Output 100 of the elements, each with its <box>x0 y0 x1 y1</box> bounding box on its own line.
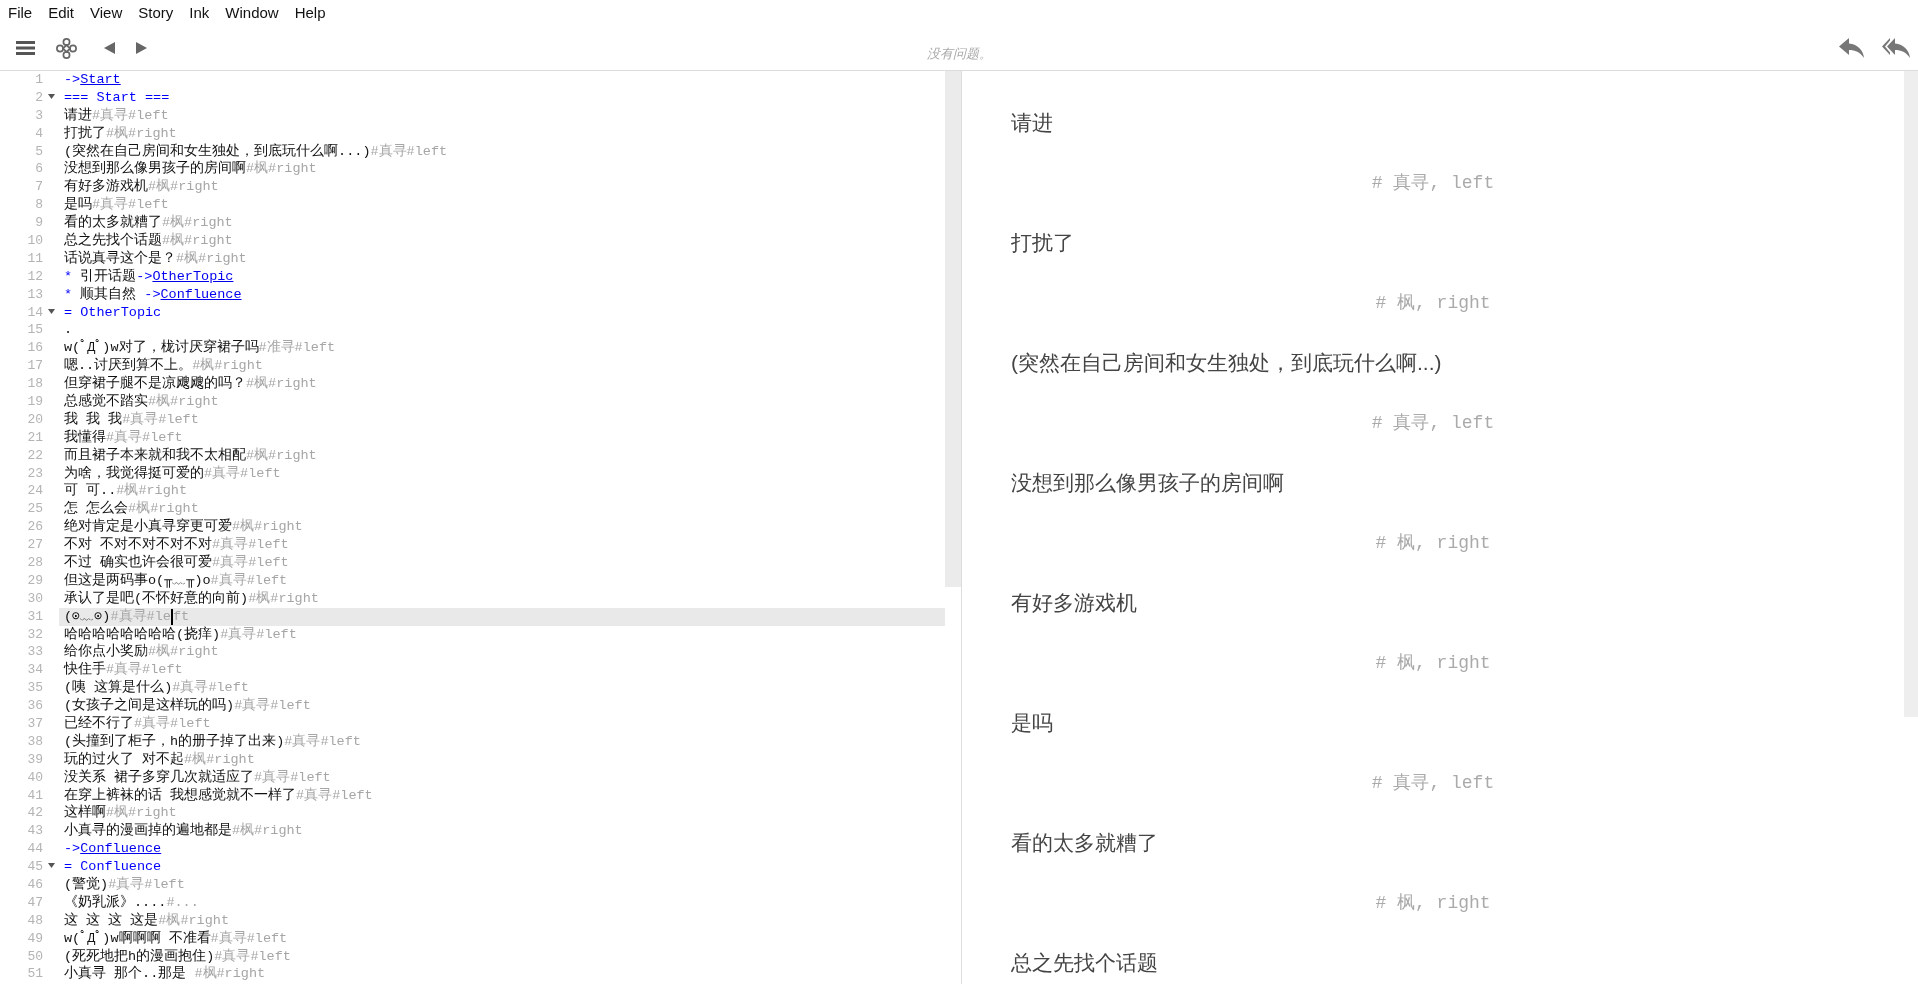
line-number: 26 <box>27 519 43 536</box>
code-line: (头撞到了柜子，h的册子掉了出来)#真寻#left <box>64 733 361 750</box>
line-number: 18 <box>27 376 43 393</box>
fold-arrow-icon[interactable] <box>48 93 55 99</box>
line-number: 23 <box>27 465 43 482</box>
line-number: 9 <box>35 215 43 232</box>
scrollbar-thumb[interactable] <box>1904 71 1918 717</box>
story-paragraph: 没想到那么像男孩子的房间啊 <box>1011 470 1284 496</box>
code-line: 在穿上裤袜的话 我想感觉就不一样了#真寻#left <box>64 787 373 804</box>
story-paragraph: 打扰了 <box>1011 230 1074 256</box>
story-paragraph: 看的太多就糟了 <box>1011 830 1158 856</box>
code-line: 打扰了#枫#right <box>64 125 177 142</box>
menu-item[interactable]: Help <box>294 3 326 23</box>
line-number: 8 <box>35 197 43 214</box>
line-number: 36 <box>27 698 43 715</box>
divert-link[interactable]: OtherTopic <box>152 268 234 284</box>
line-number: 47 <box>27 894 43 911</box>
line-number: 50 <box>27 948 43 965</box>
menu-item[interactable]: Ink <box>189 3 210 23</box>
line-number: 29 <box>27 572 43 589</box>
code-line: w(ﾟДﾟ)w啊啊啊 不准看#真寻#left <box>64 930 288 947</box>
code-line: 话说真寻这个是？#枫#right <box>64 250 247 267</box>
code-line: 我懂得#真寻#left <box>64 429 183 446</box>
line-number: 49 <box>27 930 43 947</box>
menu-item[interactable]: Story <box>138 3 174 23</box>
story-paragraph: 有好多游戏机 <box>1011 590 1137 616</box>
code-line: 而且裙子本来就和我不太相配#枫#right <box>64 447 317 464</box>
line-number: 6 <box>35 161 43 178</box>
line-number: 39 <box>27 751 43 768</box>
divert-link[interactable]: Confluence <box>80 841 162 857</box>
reply-arrow-icon[interactable] <box>1839 38 1864 58</box>
code-line: 这样啊#枫#right <box>64 805 177 822</box>
line-number: 37 <box>27 716 43 732</box>
code-line: 但这是两码事o(╥﹏╥)o#真寻#left <box>64 572 288 589</box>
line-number: 7 <box>35 179 43 196</box>
code-line: 没想到那么像男孩子的房间啊#枫#right <box>64 161 317 178</box>
code-line: 快住手#真寻#left <box>64 662 183 679</box>
fold-arrow-icon[interactable] <box>48 863 55 869</box>
line-number: 43 <box>27 823 43 840</box>
knot-icon[interactable] <box>56 37 77 59</box>
line-number: 10 <box>27 232 43 249</box>
menu-item[interactable]: Window <box>225 3 279 23</box>
code-line: = OtherTopic <box>64 304 162 321</box>
status-text: 没有问题。 <box>926 46 992 62</box>
code-line: 嗯..讨厌到算不上。#枫#right <box>64 358 263 375</box>
code-line: (咦 这算是什么)#真寻#left <box>64 680 249 697</box>
double-reply-arrow-icon[interactable] <box>1882 38 1910 58</box>
story-paragraph: 总之先找个话题 <box>1011 950 1158 976</box>
story-tags: # 真寻, left <box>1371 171 1495 195</box>
code-line: . <box>64 322 73 339</box>
code-line: (⊙﹏⊙)#真寻#le <box>64 608 171 625</box>
code-line: 为啥，我觉得挺可爱的#真寻#left <box>64 465 281 482</box>
divert-link[interactable]: Confluence <box>160 286 242 302</box>
code-line: 给你点小奖励#枫#right <box>64 644 219 661</box>
story-tags: # 枫, right <box>1375 531 1491 555</box>
line-number: 27 <box>27 537 43 554</box>
divert-link[interactable]: Start <box>80 71 121 87</box>
left-triangle-icon[interactable] <box>104 42 115 54</box>
line-number: 30 <box>27 590 43 607</box>
code-line: 哈哈哈哈哈哈哈哈(挠痒)#真寻#left <box>64 626 297 643</box>
line-number: 13 <box>27 286 43 303</box>
line-number: 32 <box>27 626 43 643</box>
code-line: (死死地把h的漫画抱住)#真寻#left <box>64 948 291 965</box>
line-number: 20 <box>27 411 43 428</box>
code-line: 承认了是吧(不怀好意的向前)#枫#right <box>64 590 319 607</box>
code-line: 怎 怎么会#枫#right <box>64 501 199 518</box>
menu-icon[interactable] <box>16 41 35 55</box>
line-number: 19 <box>27 393 43 410</box>
story-tags: # 枫, right <box>1375 291 1491 315</box>
code-line: 小真寻 那个..那是 #枫#right <box>64 966 266 983</box>
menu-item[interactable]: File <box>8 3 33 23</box>
story-tags: # 枫, right <box>1375 651 1491 675</box>
menu-item[interactable]: Edit <box>48 3 75 23</box>
line-number: 42 <box>27 805 43 822</box>
code-line: (女孩子之间是这样玩的吗)#真寻#left <box>64 698 311 715</box>
story-tags: # 真寻, left <box>1371 771 1495 795</box>
code-line: 小真寻的漫画掉的遍地都是#枫#right <box>64 823 303 840</box>
line-number: 40 <box>27 769 43 786</box>
code-line: * 顺其自然 ->Confluence <box>64 286 242 303</box>
story-paragraph: (突然在自己房间和女生独处，到底玩什么啊...) <box>1011 350 1442 376</box>
code-line: (警觉)#真寻#left <box>64 877 185 893</box>
line-number: 14 <box>27 304 43 321</box>
line-number: 38 <box>27 733 43 750</box>
menu-item[interactable]: View <box>90 3 123 23</box>
code-line: (突然在自己房间和女生独处，到底玩什么啊...)#真寻#left <box>64 143 448 160</box>
line-number: 5 <box>35 143 43 160</box>
line-number: 45 <box>27 859 43 876</box>
fold-arrow-icon[interactable] <box>48 308 55 314</box>
line-number: 46 <box>27 877 43 893</box>
code-line: 不过 确实也许会很可爱#真寻#left <box>64 555 289 571</box>
line-number: 11 <box>27 250 43 267</box>
line-number: 33 <box>27 644 43 661</box>
code-line: = Confluence <box>64 859 162 876</box>
text-cursor <box>170 608 173 625</box>
code-line: 是吗#真寻#left <box>64 197 169 214</box>
right-triangle-icon[interactable] <box>136 42 147 54</box>
line-number: 51 <box>27 966 43 983</box>
scrollbar-thumb[interactable] <box>945 71 961 587</box>
line-number: 2 <box>35 89 43 106</box>
code-line: 绝对肯定是小真寻穿更可爱#枫#right <box>64 519 303 536</box>
